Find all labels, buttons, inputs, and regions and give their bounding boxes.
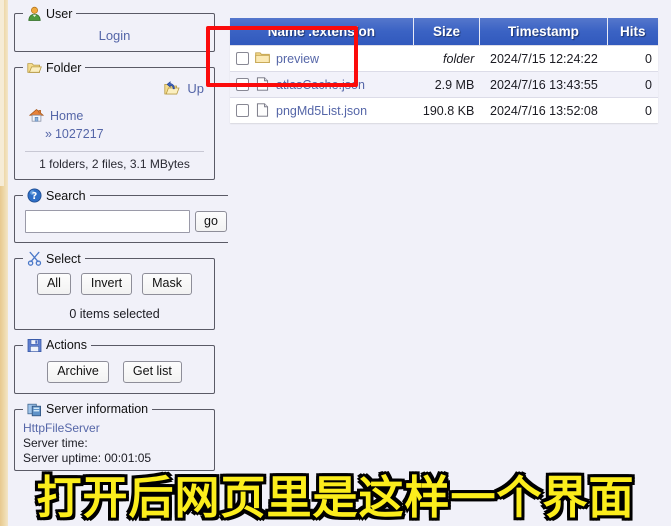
select-buttons: All Invert Mask bbox=[23, 270, 206, 295]
file-table-header-row: Name .extension Size Timestamp Hits bbox=[230, 18, 658, 45]
folder-icon bbox=[255, 51, 270, 66]
file-list-area: Name .extension Size Timestamp Hits prev… bbox=[228, 0, 671, 526]
cell-size: 2.9 MB bbox=[413, 71, 481, 97]
server-time: Server time: bbox=[23, 435, 88, 450]
search-go-button[interactable]: go bbox=[195, 210, 227, 233]
panel-folder: Folder Up Home » 1027217 1 folders, 2 fi… bbox=[14, 60, 215, 180]
breadcrumb: » 1027217 bbox=[45, 127, 206, 141]
server-product-link[interactable]: HttpFileServer bbox=[23, 421, 206, 436]
cell-hits: 0 bbox=[607, 45, 658, 71]
folder-divider bbox=[25, 151, 204, 152]
cell-size: 190.8 KB bbox=[413, 97, 481, 123]
cell-hits: 0 bbox=[607, 97, 658, 123]
cell-size: folder bbox=[413, 45, 481, 71]
subtitle-overlay: 打开后网页里是这样一个界面 bbox=[34, 471, 635, 524]
panel-server-info: Server information HttpFileServer Server… bbox=[14, 401, 215, 471]
panel-select-legend: Select bbox=[23, 251, 85, 266]
panel-actions-title: Actions bbox=[46, 338, 87, 353]
select-invert-button[interactable]: Invert bbox=[80, 273, 133, 295]
scissors-icon bbox=[27, 251, 42, 266]
server-uptime: Server uptime: 00:01:05 bbox=[23, 450, 152, 465]
file-name-link[interactable]: atlasCache.json bbox=[276, 78, 365, 92]
column-header-timestamp[interactable]: Timestamp bbox=[480, 18, 608, 45]
select-mask-button[interactable]: Mask bbox=[142, 273, 193, 295]
file-icon bbox=[255, 103, 270, 118]
breadcrumb-chevron-icon: » bbox=[45, 127, 52, 141]
column-header-name[interactable]: Name .extension bbox=[230, 18, 414, 45]
panel-server-title: Server information bbox=[46, 402, 149, 416]
save-icon bbox=[27, 338, 42, 353]
panel-actions: Actions Archive Get list bbox=[14, 337, 215, 394]
panel-user: User Login bbox=[14, 6, 215, 52]
left-edge-strip-top bbox=[0, 0, 4, 186]
panel-folder-title: Folder bbox=[46, 60, 82, 75]
row-checkbox[interactable] bbox=[236, 52, 249, 65]
server-icon bbox=[27, 402, 42, 417]
select-all-button[interactable]: All bbox=[36, 273, 71, 295]
login-link[interactable]: Login bbox=[99, 28, 131, 43]
panel-server-legend: Server information bbox=[23, 402, 152, 417]
app-window: User Login Folder Up Home » 1027217 1 fo… bbox=[0, 0, 671, 526]
table-row[interactable]: preview folder 2024/7/15 12:24:22 0 bbox=[230, 45, 658, 71]
cell-name: pngMd5List.json bbox=[230, 97, 414, 123]
folder-up-icon bbox=[164, 81, 181, 101]
archive-button[interactable]: Archive bbox=[47, 360, 109, 383]
column-header-size[interactable]: Size bbox=[413, 18, 481, 45]
panel-user-legend: User bbox=[23, 6, 76, 21]
file-name-link[interactable]: preview bbox=[276, 52, 319, 66]
breadcrumb-item-1027217[interactable]: 1027217 bbox=[55, 127, 104, 141]
cell-timestamp: 2024/7/16 13:43:55 bbox=[480, 71, 608, 97]
home-row: Home bbox=[29, 108, 206, 123]
panel-search-title: Search bbox=[46, 188, 86, 203]
file-table-head: Name .extension Size Timestamp Hits bbox=[230, 18, 658, 45]
panel-select: Select All Invert Mask 0 items selected bbox=[14, 251, 215, 330]
svg-text:?: ? bbox=[32, 191, 38, 202]
action-buttons: Archive Get list bbox=[23, 357, 206, 385]
search-input[interactable] bbox=[25, 210, 190, 233]
cell-name: atlasCache.json bbox=[230, 71, 414, 97]
cell-timestamp: 2024/7/15 12:24:22 bbox=[480, 45, 608, 71]
panel-folder-legend: Folder bbox=[23, 60, 85, 75]
login-row: Login bbox=[23, 25, 206, 45]
panel-search-legend: ? Search bbox=[23, 188, 90, 203]
panel-select-title: Select bbox=[46, 251, 81, 266]
help-icon: ? bbox=[27, 188, 42, 203]
panel-user-title: User bbox=[46, 6, 73, 21]
file-icon bbox=[255, 77, 270, 92]
panel-actions-legend: Actions bbox=[23, 338, 91, 353]
selection-status: 0 items selected bbox=[69, 306, 160, 321]
cell-name: preview bbox=[230, 45, 414, 71]
up-row: Up bbox=[23, 80, 204, 100]
search-row: go bbox=[23, 207, 229, 234]
sidebar: User Login Folder Up Home » 1027217 1 fo… bbox=[8, 0, 238, 526]
row-checkbox[interactable] bbox=[236, 104, 249, 117]
column-header-hits[interactable]: Hits bbox=[607, 18, 658, 45]
home-icon bbox=[29, 108, 44, 123]
folder-open-icon bbox=[27, 60, 42, 75]
table-row[interactable]: atlasCache.json 2.9 MB 2024/7/16 13:43:5… bbox=[230, 71, 658, 97]
file-name-link[interactable]: pngMd5List.json bbox=[276, 104, 367, 118]
row-checkbox[interactable] bbox=[236, 78, 249, 91]
panel-search: ? Search go bbox=[14, 188, 238, 243]
folder-stats: 1 folders, 2 files, 3.1 MBytes bbox=[39, 157, 190, 171]
cell-timestamp: 2024/7/16 13:52:08 bbox=[480, 97, 608, 123]
file-table-body: preview folder 2024/7/15 12:24:22 0 atla… bbox=[230, 45, 658, 123]
table-row[interactable]: pngMd5List.json 190.8 KB 2024/7/16 13:52… bbox=[230, 97, 658, 123]
cell-hits: 0 bbox=[607, 71, 658, 97]
get-list-button[interactable]: Get list bbox=[122, 360, 182, 383]
home-link[interactable]: Home bbox=[50, 109, 83, 123]
user-icon bbox=[27, 6, 42, 21]
file-table: Name .extension Size Timestamp Hits prev… bbox=[230, 18, 658, 123]
up-link[interactable]: Up bbox=[187, 81, 204, 96]
